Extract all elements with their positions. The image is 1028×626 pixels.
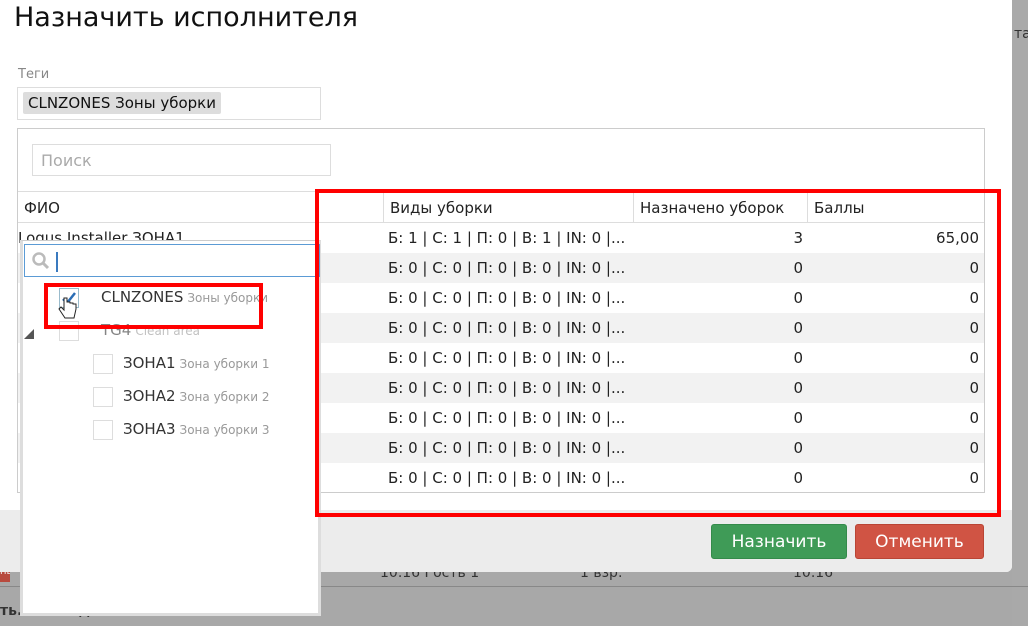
tree-node[interactable]: ЗОНА1 Зона уборки 1 [123, 354, 270, 372]
tree-checkbox[interactable] [93, 387, 113, 407]
grid-search-input[interactable]: Поиск [32, 144, 331, 176]
tree-search-input[interactable] [24, 244, 320, 277]
highlight-box [44, 283, 263, 329]
node-code: ЗОНА1 [123, 354, 176, 372]
tree-node[interactable]: ЗОНА2 Зона уборки 2 [123, 387, 270, 405]
cancel-button[interactable]: Отменить [855, 524, 984, 559]
node-desc: Зона уборки 1 [179, 357, 270, 371]
expand-triangle-icon[interactable] [23, 326, 35, 344]
background-text: та [1014, 26, 1028, 42]
dialog-title: Назначить исполнителя [14, 2, 358, 33]
background-page [1012, 0, 1028, 626]
tree-node[interactable]: ЗОНА3 Зона уборки 3 [123, 420, 270, 438]
tags-label: Теги [18, 67, 50, 82]
node-code: ЗОНА2 [123, 387, 176, 405]
node-desc: Зона уборки 3 [179, 423, 270, 437]
node-desc: Зона уборки 2 [179, 390, 270, 404]
tree-checkbox[interactable] [93, 354, 113, 374]
tree-checkbox[interactable] [93, 420, 113, 440]
tags-input[interactable]: CLNZONES Зоны уборки [17, 87, 321, 120]
highlight-box [315, 189, 1001, 517]
assign-button[interactable]: Назначить [711, 524, 847, 559]
tag-chip[interactable]: CLNZONES Зоны уборки [23, 92, 221, 114]
text-cursor [56, 252, 58, 272]
node-code: ЗОНА3 [123, 420, 176, 438]
search-icon [32, 252, 50, 270]
